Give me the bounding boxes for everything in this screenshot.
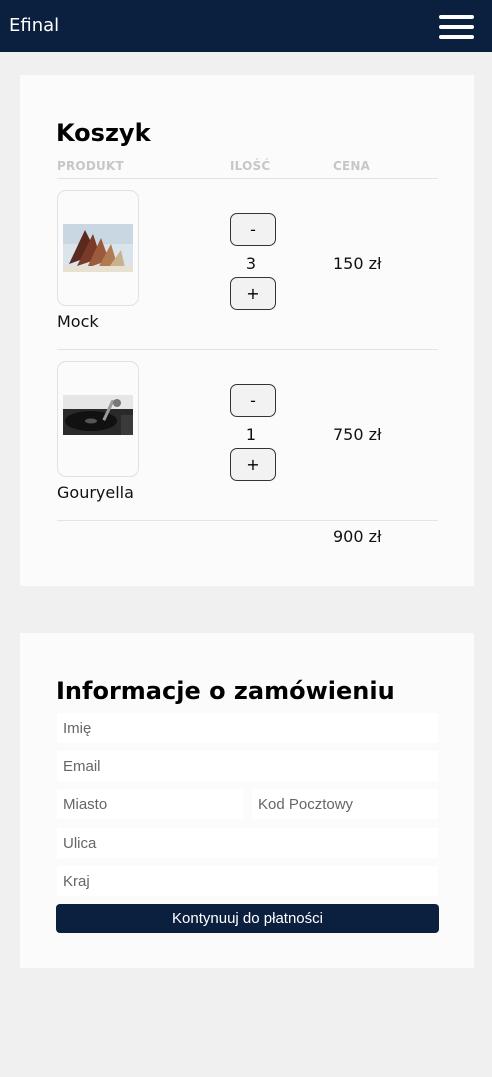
- column-header-price: CENA: [333, 159, 371, 173]
- item-price: 150 zł: [333, 254, 382, 273]
- item-price: 750 zł: [333, 425, 382, 444]
- decrease-quantity-button[interactable]: -: [230, 213, 276, 246]
- open-book-image: [63, 224, 133, 272]
- decrease-quantity-button[interactable]: -: [230, 384, 276, 417]
- cart-total: 900 zł: [333, 527, 382, 546]
- top-navbar: Efinal: [0, 0, 492, 52]
- hamburger-menu-icon[interactable]: [439, 15, 474, 39]
- header-divider: [57, 178, 438, 179]
- increase-quantity-button[interactable]: +: [230, 277, 276, 310]
- row-divider: [57, 520, 438, 521]
- cart-title: Koszyk: [56, 119, 151, 147]
- column-header-product: PRODUKT: [57, 159, 124, 173]
- cart-row: Mock - 3 + 150 zł: [20, 190, 474, 361]
- quantity-value: 3: [245, 254, 257, 273]
- order-info-card: Informacje o zamówieniu Kontynuuj do pła…: [20, 633, 474, 968]
- email-field[interactable]: [57, 751, 438, 781]
- continue-to-payment-button[interactable]: Kontynuuj do płatności: [56, 904, 439, 933]
- product-thumbnail[interactable]: [57, 361, 139, 477]
- cart-row: Gouryella - 1 + 750 zł: [20, 361, 474, 532]
- order-info-title: Informacje o zamówieniu: [56, 677, 395, 705]
- row-divider: [57, 349, 438, 350]
- cart-card: Koszyk PRODUKT ILOŚĆ CENA Mock - 3 + 150…: [20, 75, 474, 586]
- city-field[interactable]: [57, 789, 243, 819]
- postal-code-field[interactable]: [252, 789, 438, 819]
- product-name: Gouryella: [57, 483, 134, 502]
- turntable-image: [63, 395, 133, 435]
- quantity-value: 1: [245, 425, 257, 444]
- product-thumbnail[interactable]: [57, 190, 139, 306]
- increase-quantity-button[interactable]: +: [230, 448, 276, 481]
- brand-logo[interactable]: Efinal: [9, 15, 59, 37]
- country-field[interactable]: [57, 866, 438, 896]
- product-name: Mock: [57, 312, 99, 331]
- column-header-quantity: ILOŚĆ: [230, 159, 271, 173]
- street-field[interactable]: [57, 828, 438, 858]
- first-name-field[interactable]: [57, 713, 438, 743]
